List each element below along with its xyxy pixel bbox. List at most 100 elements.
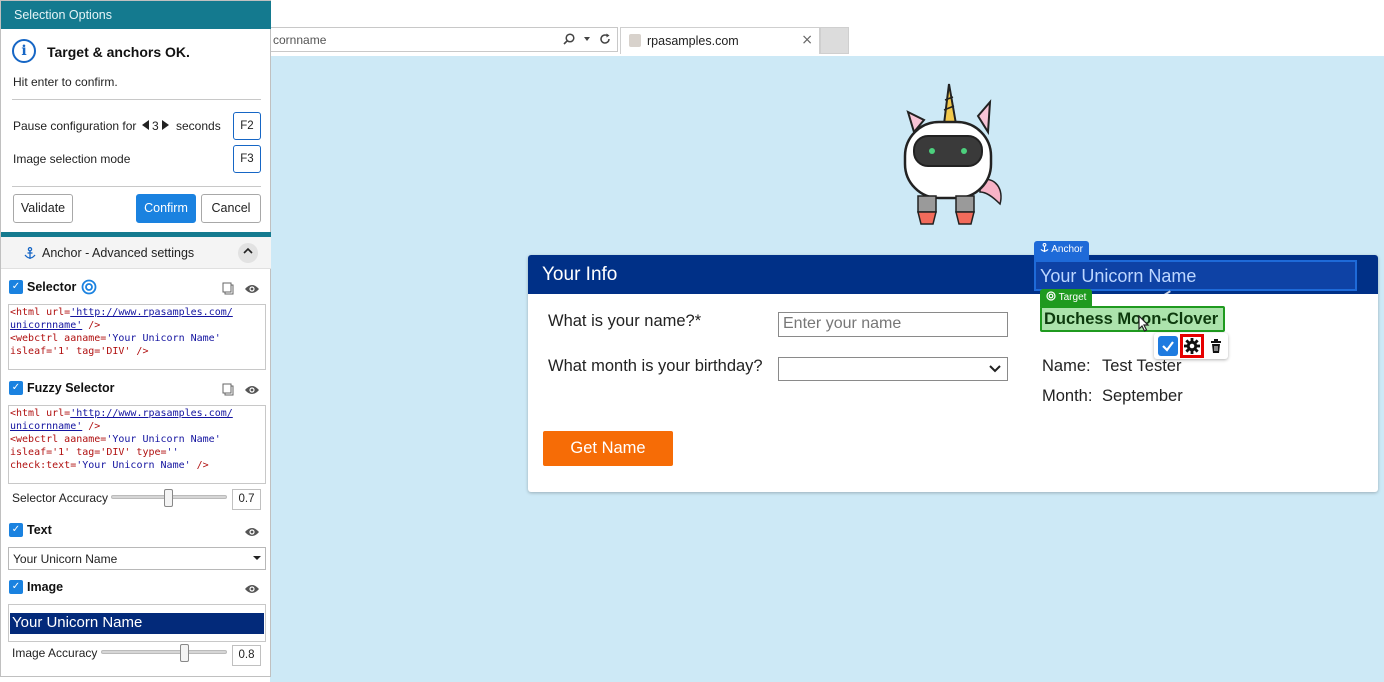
chevron-down-icon [989,365,1001,373]
info-icon: i [12,39,36,63]
pause-hotkey[interactable]: F2 [233,112,261,140]
code-token: <webctrl aaname= [10,434,107,445]
pause-label: Pause configuration for [13,119,137,133]
target-text: Duchess Moon-Clover [1044,310,1219,328]
check-icon[interactable] [1158,336,1178,356]
target-highlight[interactable]: Duchess Moon-Clover [1040,306,1225,332]
image-mode-label: Image selection mode [13,152,131,166]
target-tag-label: Target [1058,292,1087,303]
name-input[interactable]: Enter your name [778,312,1008,337]
address-bar[interactable]: cornname [262,27,618,52]
copy-icon[interactable] [222,383,234,396]
code-token: <html url= [10,307,71,318]
advanced-settings-title: Anchor - Advanced settings [42,246,195,260]
close-icon[interactable]: × [801,32,813,48]
status-title: Target & anchors OK. [47,44,190,60]
anchor-tag-label: Anchor [1051,244,1083,255]
target-tag: Target [1040,289,1093,307]
code-token: <html url= [10,408,71,419]
selector-accuracy-thumb[interactable] [164,489,173,507]
advanced-settings-header[interactable]: Anchor - Advanced settings [1,237,271,269]
pause-value: 3 [152,119,159,133]
target-icon [1046,291,1056,301]
gear-icon[interactable] [1180,334,1204,358]
search-icon[interactable] [563,32,575,45]
image-preview: Your Unicorn Name [10,613,264,634]
code-token: /> [82,320,101,331]
divider [12,186,261,187]
result-month-label: Month: [1042,387,1093,405]
address-icons [563,31,611,46]
code-token: '' [166,447,179,458]
selector-checkbox[interactable]: ✓ [9,280,23,294]
pause-unit: seconds [176,119,221,133]
favicon-icon [629,34,641,47]
eye-icon[interactable] [244,526,260,538]
anchor-text: Your Unicorn Name [1040,266,1197,286]
anchor-icon [24,247,36,259]
fuzzy-selector-title: Fuzzy Selector [27,381,115,395]
confirm-button[interactable]: Confirm [136,194,196,223]
image-accuracy-thumb[interactable] [180,644,189,662]
image-accuracy-input[interactable]: 0.8 [232,645,261,666]
code-token: <webctrl aaname= [10,333,107,344]
code-token: 'Your Unicorn Name' [106,434,221,445]
validate-button[interactable]: Validate [13,194,73,223]
anchor-tag: Anchor [1034,241,1089,260]
status-hint: Hit enter to confirm. [13,75,118,89]
eye-icon[interactable] [244,583,260,595]
browser-tab[interactable]: rpasamples.com × [620,27,820,54]
trash-icon[interactable] [1208,337,1224,355]
code-token: 'Your Unicorn Name' [76,460,191,471]
decrease-icon[interactable] [142,120,149,130]
image-checkbox[interactable]: ✓ [9,580,23,594]
tab-title: rpasamples.com [647,34,739,48]
code-token: 'Your Unicorn Name' [106,333,221,344]
text-checkbox[interactable]: ✓ [9,523,23,537]
selector-accuracy-input[interactable]: 0.7 [232,489,261,510]
eye-icon[interactable] [244,283,260,295]
code-token: isleaf='1' tag='DIV' /> [10,346,149,357]
anchor-highlight[interactable]: Your Unicorn Name [1034,260,1357,291]
selector-title: Selector [27,280,77,294]
text-title: Text [27,523,52,537]
month-label: What month is your birthday? [548,357,763,375]
eye-icon[interactable] [244,384,260,396]
unicorn-robot-icon [903,83,1002,225]
mouse-cursor-icon [1138,315,1150,332]
new-tab-button[interactable] [820,27,849,54]
text-select[interactable]: Your Unicorn Name [8,547,266,570]
code-token: isleaf='1' tag='DIV' type= [10,447,167,458]
result-name-label: Name: [1042,357,1091,375]
target-icon[interactable] [81,279,97,295]
cancel-button[interactable]: Cancel [201,194,261,223]
web-page: Your Info What is your name?* Enter your… [270,56,1384,682]
image-mode-hotkey[interactable]: F3 [233,145,261,173]
month-select[interactable] [778,357,1008,381]
image-accuracy-label: Image Accuracy [12,646,98,660]
copy-icon[interactable] [222,282,234,295]
refresh-icon[interactable] [599,33,611,45]
name-label: What is your name?* [548,312,702,330]
anchor-icon [1040,242,1049,253]
image-title: Image [27,580,64,594]
text-select-value: Your Unicorn Name [13,552,118,566]
increase-icon[interactable] [162,120,169,130]
panel-title: Selection Options [1,1,271,29]
code-token: 'http://www.rpasamples.com/ [70,307,233,318]
selector-code[interactable]: <html url='http://www.rpasamples.com/ un… [8,304,266,370]
chevron-down-icon[interactable] [583,35,591,43]
selection-options-panel: Selection Options i Target & anchors OK.… [0,0,271,677]
result-name-value: Test Tester [1102,357,1182,375]
result-month-value: September [1102,387,1183,405]
divider [12,99,261,100]
fuzzy-selector-checkbox[interactable]: ✓ [9,381,23,395]
selector-accuracy-label: Selector Accuracy [12,491,109,505]
image-accuracy-slider[interactable] [101,650,227,654]
fuzzy-selector-code[interactable]: <html url='http://www.rpasamples.com/ un… [8,405,266,484]
code-token: unicornname' [10,320,83,331]
code-token: unicornname' [10,421,83,432]
get-name-button[interactable]: Get Name [543,431,673,466]
code-token: 'http://www.rpasamples.com/ [70,408,233,419]
collapse-icon[interactable] [238,243,258,263]
